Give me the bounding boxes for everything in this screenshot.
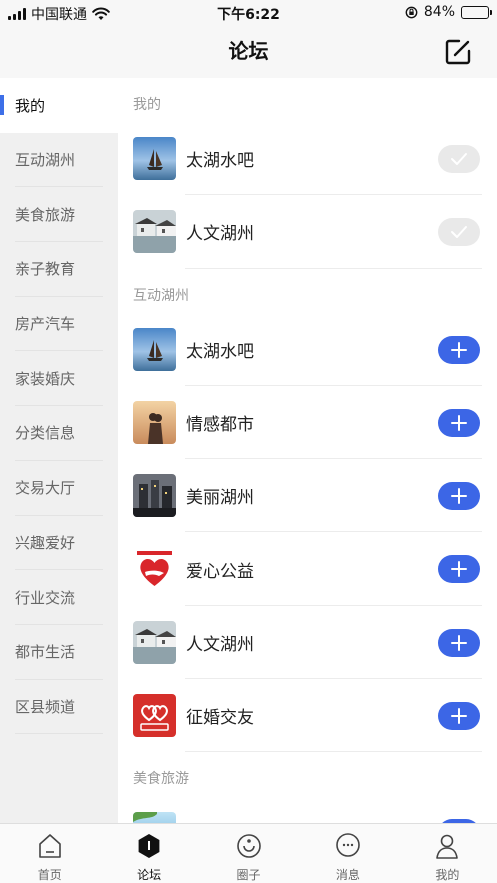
forum-row[interactable]: 人文湖州 [118,606,497,680]
sidebar-item[interactable]: 交易大厅 [15,461,103,516]
plus-icon [451,414,467,431]
sidebar-item[interactable]: 我的 [0,78,118,133]
plus-icon [451,341,467,358]
plus-icon [451,488,467,505]
plus-icon [451,561,467,578]
joined-button[interactable] [438,145,480,173]
forum-name: 人文湖州 [186,634,254,655]
status-bar: 中国联通 下午6:22 84% [0,0,497,26]
join-button[interactable] [438,335,480,364]
forum-row[interactable]: 游山玩水 [118,796,497,823]
tab-message[interactable]: 消息 [298,824,397,883]
forum-row[interactable]: 爱心公益 [118,532,497,607]
forum-row[interactable]: 征婚交友 [118,679,497,753]
rotation-lock-icon [405,6,418,18]
nav-bar: 论坛 [0,26,497,78]
travel-thumb [133,811,176,823]
forum-row[interactable]: 美丽湖州 [118,459,497,533]
join-button[interactable] [438,628,480,657]
sidebar-item[interactable]: 亲子教育 [15,242,103,297]
section-header: 互动湖州 [133,287,189,304]
forum-name: 爱心公益 [186,561,254,582]
forum-row[interactable]: 人文湖州 [118,195,497,269]
tab-label: 论坛 [137,868,162,882]
section-header: 我的 [133,97,161,113]
charity-heart-thumb [133,547,176,591]
lake-boat-thumb [133,327,176,371]
old-town-thumb [133,620,176,664]
check-icon [451,153,467,165]
plus-icon [451,634,467,651]
joined-button[interactable] [438,218,480,247]
forum-name: 太湖水吧 [186,151,254,172]
tab-label: 消息 [335,868,360,882]
lake-boat-thumb [133,137,176,181]
tab-circle[interactable]: 圈子 [199,824,298,883]
sidebar-item[interactable]: 行业交流 [15,570,103,625]
plus-icon [451,708,467,725]
message-icon [333,831,363,865]
sidebar-item[interactable]: 兴趣爱好 [15,516,103,571]
forum-row[interactable]: 情感都市 [118,386,497,460]
forum-row[interactable]: 太湖水吧 [118,122,497,196]
forum-name: 太湖水吧 [186,341,254,362]
couple-sunset-thumb [133,401,176,445]
sidebar-item[interactable]: 都市生活 [15,625,103,680]
forum-icon [134,831,164,865]
circle-icon [234,831,264,865]
forum-name: 情感都市 [186,415,254,436]
sidebar-item[interactable]: 美食旅游 [15,187,103,243]
section-header: 美食旅游 [133,771,189,788]
forum-row[interactable]: 太湖水吧 [118,313,497,387]
compose-icon[interactable] [443,37,473,67]
join-button[interactable] [438,702,480,731]
profile-icon [432,831,462,865]
sidebar-item[interactable]: 分类信息 [15,406,103,461]
forum-list: 我的 太湖水吧 人文湖州 互动湖州 太湖水吧 情感都市 美丽湖州 爱心公益 人文湖州 征婚交友 美食… [118,78,497,823]
page-title: 论坛 [228,39,269,63]
sidebar-item[interactable]: 家装婚庆 [15,351,103,407]
sidebar-item[interactable]: 互动湖州 [15,133,103,188]
join-button[interactable] [438,408,480,437]
check-icon [451,226,467,239]
tab-label: 圈子 [236,868,261,882]
tab-label: 我的 [435,868,460,882]
home-icon [35,831,65,865]
tab-bar: 首页 论坛 圈子 消息 我的 [0,823,497,883]
forum-name: 征婚交友 [186,708,254,729]
forum-name: 美丽湖州 [186,488,254,509]
tab-home[interactable]: 首页 [0,824,99,883]
tab-forum[interactable]: 论坛 [99,824,198,883]
battery-percent: 84% [423,4,455,20]
join-button[interactable] [438,482,480,511]
dating-logo-thumb [133,694,176,738]
sidebar-item[interactable]: 区县频道 [15,680,103,735]
status-right: 84% [405,4,492,20]
sidebar-item[interactable]: 房产汽车 [15,297,103,352]
city-night-thumb [133,474,176,518]
forum-name: 人文湖州 [186,224,254,245]
tab-profile[interactable]: 我的 [398,824,497,883]
category-sidebar: 我的 互动湖州 美食旅游 亲子教育 房产汽车 家装婚庆 分类信息 交易大厅 兴趣爱好 行业交流 都市… [0,78,118,823]
join-button[interactable] [438,555,480,584]
tab-label: 首页 [37,868,62,882]
battery-icon [461,5,492,19]
old-town-thumb [133,210,176,254]
